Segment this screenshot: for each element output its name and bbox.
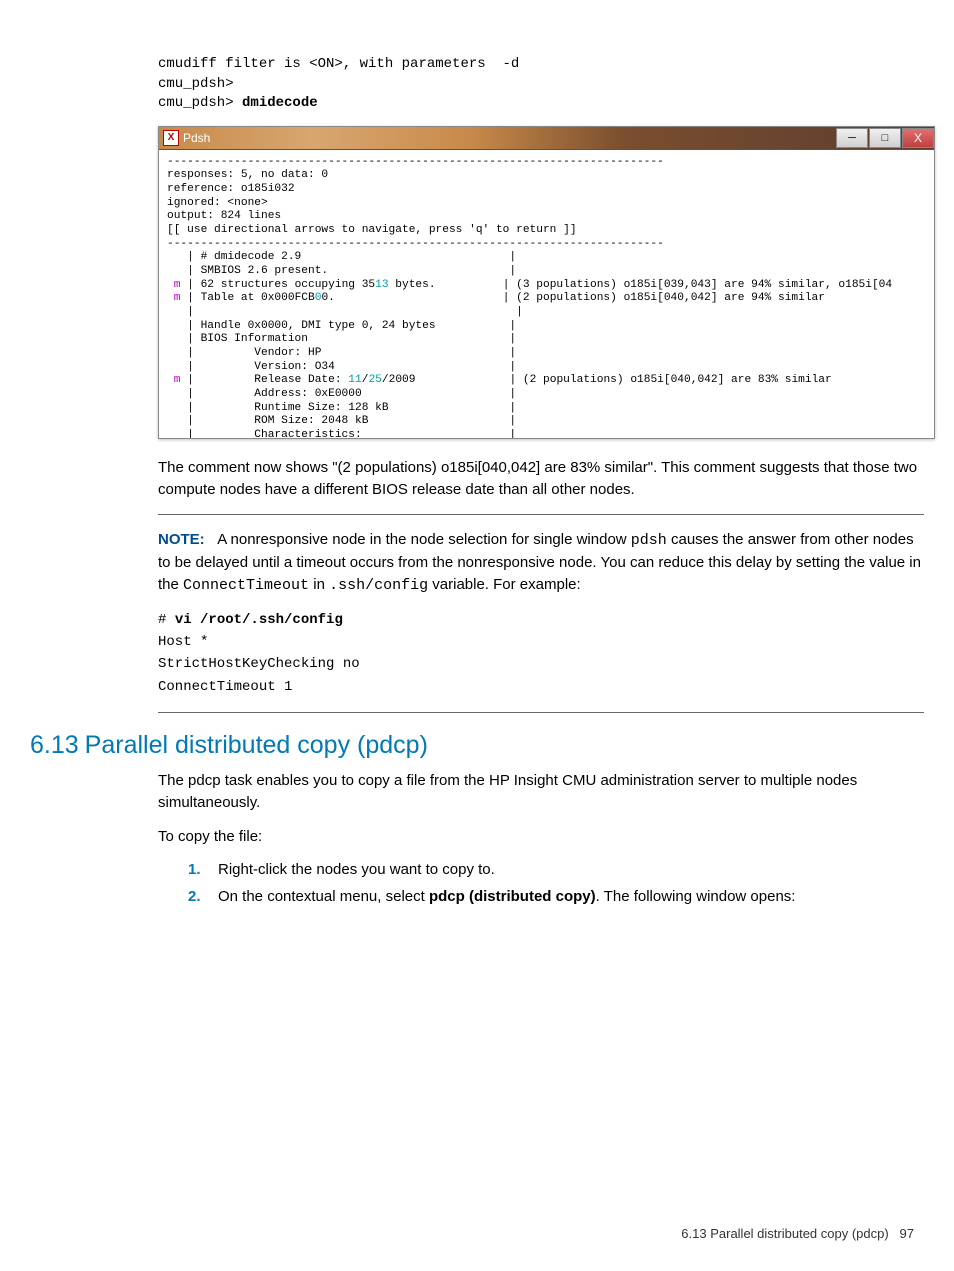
term-line: | [509, 402, 516, 414]
term-text: bytes. [389, 279, 436, 291]
term-line: | [509, 251, 516, 263]
footer-text: 6.13 Parallel distributed copy (pdcp) [681, 1226, 888, 1241]
code-line: cmu_pdsh> [158, 76, 234, 92]
term-line: | Runtime Size: 128 kB [167, 402, 389, 414]
term-line: | (2 populations) o185i[040,042] are 94%… [503, 292, 825, 304]
section-lead: To copy the file: [158, 826, 924, 848]
term-marker: m [167, 292, 187, 304]
step-text: . The following window opens: [596, 888, 796, 905]
term-line: | [509, 265, 516, 277]
term-diff: 11 [348, 374, 361, 386]
terminal-output: ----------------------------------------… [159, 150, 934, 438]
term-line: | Characteristics: [167, 429, 362, 438]
code-line: ConnectTimeout 1 [158, 679, 292, 695]
term-line: | # dmidecode 2.9 [167, 251, 301, 263]
term-line: output: 824 lines [167, 210, 281, 222]
term-line: | [167, 306, 194, 318]
note-text: variable. For example: [428, 576, 581, 593]
note-text: in [309, 576, 329, 593]
note-mono: pdsh [631, 532, 667, 549]
code-line: Host * [158, 634, 208, 650]
code-line: cmudiff filter is <ON>, with parameters … [158, 56, 519, 72]
window-buttons: ─ □ X [836, 128, 934, 148]
pre-code-block: cmudiff filter is <ON>, with parameters … [158, 55, 924, 114]
term-diff: 13 [375, 279, 388, 291]
section-title: Parallel distributed copy (pdcp) [85, 731, 428, 759]
term-line: | [509, 320, 516, 332]
term-line: | [516, 306, 523, 318]
term-line: | [509, 429, 516, 438]
code-line: StrictHostKeyChecking no [158, 656, 360, 672]
step-list: Right-click the nodes you want to copy t… [188, 859, 924, 907]
term-text: | Table at 0x000FCB [187, 292, 315, 304]
term-line: | Address: 0xE0000 [167, 388, 362, 400]
term-line: | Handle 0x0000, DMI type 0, 24 bytes [167, 320, 436, 332]
term-line: reference: o185i032 [167, 183, 295, 195]
step-bold: pdcp (distributed copy) [429, 888, 596, 905]
section-paragraph: The pdcp task enables you to copy a file… [158, 770, 924, 814]
term-line: | BIOS Information [167, 333, 308, 345]
term-line: | [509, 415, 516, 427]
term-line: | Vendor: HP [167, 347, 321, 359]
window-app-icon: X [163, 130, 179, 146]
term-line: | [509, 347, 516, 359]
term-line: | ROM Size: 2048 kB [167, 415, 368, 427]
code-cmd: vi /root/.ssh/config [175, 612, 343, 628]
term-line: ----------------------------------------… [167, 238, 664, 250]
code-line: cmu_pdsh> [158, 95, 242, 111]
window-titlebar: X Pdsh ─ □ X [159, 127, 934, 150]
note-mono: ConnectTimeout [183, 577, 309, 594]
term-line: responses: 5, no data: 0 [167, 169, 328, 181]
section-number: 6.13 [30, 731, 79, 759]
step-item: Right-click the nodes you want to copy t… [188, 859, 924, 880]
term-marker: m [167, 279, 187, 291]
window-title: Pdsh [183, 131, 210, 145]
note-label: NOTE: [158, 531, 205, 548]
comment-paragraph: The comment now shows "(2 populations) o… [158, 457, 924, 501]
term-line: | [509, 361, 516, 373]
term-line: | (2 populations) o185i[040,042] are 83%… [509, 374, 831, 386]
term-line: | (3 populations) o185i[039,043] are 94%… [503, 279, 892, 291]
divider [158, 712, 924, 713]
section-heading: 6.13Parallel distributed copy (pdcp) [30, 731, 924, 760]
maximize-button[interactable]: □ [869, 128, 901, 148]
code-line: # [158, 612, 175, 628]
note-mono: .ssh/config [329, 577, 428, 594]
term-line: | SMBIOS 2.6 present. [167, 265, 328, 277]
term-diff: 25 [368, 374, 381, 386]
term-text: | 62 structures occupying 35 [187, 279, 375, 291]
note-text: A nonresponsive node in the node selecti… [217, 531, 631, 548]
term-line: ----------------------------------------… [167, 156, 664, 168]
minimize-button[interactable]: ─ [836, 128, 868, 148]
step-text: On the contextual menu, select [218, 888, 429, 905]
term-text: /2009 [382, 374, 416, 386]
term-text: 0. [321, 292, 334, 304]
close-button[interactable]: X [902, 128, 934, 148]
term-marker: m [167, 374, 187, 386]
term-line: | [509, 388, 516, 400]
term-line: [[ use directional arrows to navigate, p… [167, 224, 577, 236]
pdsh-screenshot: X Pdsh ─ □ X ---------------------------… [158, 126, 935, 439]
code-cmd: dmidecode [242, 95, 318, 111]
note-box: NOTE: A nonresponsive node in the node s… [158, 529, 924, 698]
term-line: | [509, 333, 516, 345]
divider [158, 514, 924, 515]
term-text: | Release Date: [187, 374, 348, 386]
step-item: On the contextual menu, select pdcp (dis… [188, 886, 924, 907]
document-page: cmudiff filter is <ON>, with parameters … [0, 0, 954, 1271]
page-footer: 6.13 Parallel distributed copy (pdcp) 97 [681, 1226, 914, 1241]
term-line: ignored: <none> [167, 197, 268, 209]
term-line: | Version: O34 [167, 361, 335, 373]
step-text: Right-click the nodes you want to copy t… [218, 861, 495, 878]
footer-page: 97 [900, 1226, 914, 1241]
